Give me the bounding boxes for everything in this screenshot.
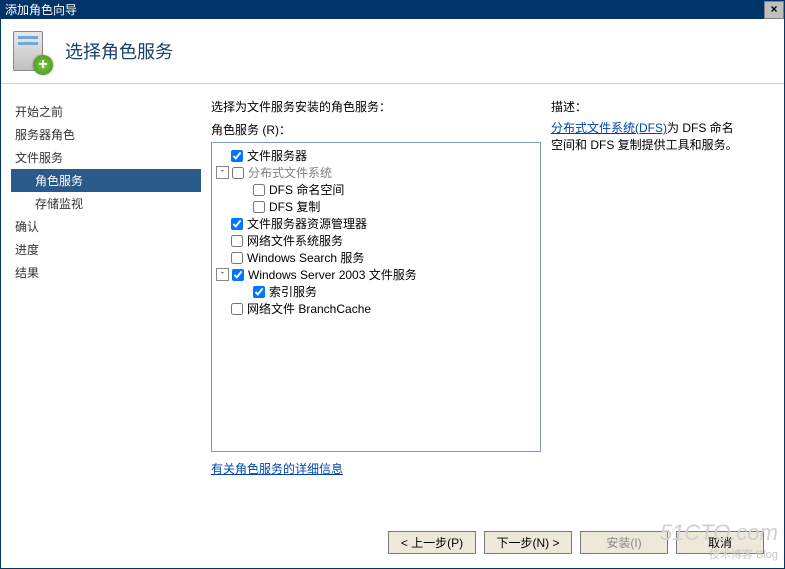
- main-panel: 选择为文件服务安装的角色服务： 角色服务 (R)： 文件服务器-分布式文件系统D…: [201, 84, 784, 514]
- tree-item-9[interactable]: 网络文件 BranchCache: [216, 300, 536, 317]
- tree-checkbox[interactable]: [253, 286, 265, 298]
- button-row: < 上一步(P) 下一步(N) > 安装(I) 取消: [388, 531, 764, 554]
- cancel-button[interactable]: 取消: [676, 531, 764, 554]
- sidebar-item-0[interactable]: 开始之前: [11, 100, 201, 123]
- sidebar-item-3[interactable]: 角色服务: [11, 169, 201, 192]
- tree-item-4[interactable]: 文件服务器资源管理器: [216, 215, 536, 232]
- next-button[interactable]: 下一步(N) >: [484, 531, 572, 554]
- titlebar: 添加角色向导 ×: [1, 1, 784, 19]
- description-panel: 描述： 分布式文件系统(DFS)为 DFS 命名 空间和 DFS 复制提供工具和…: [551, 98, 751, 153]
- tree-item-7[interactable]: - Windows Server 2003 文件服务: [216, 266, 536, 283]
- tree-item-label: Windows Search 服务: [247, 249, 364, 266]
- sidebar-item-5[interactable]: 确认: [11, 215, 201, 238]
- header: + 选择角色服务: [1, 19, 784, 84]
- sidebar-item-4[interactable]: 存储监视: [11, 192, 201, 215]
- sidebar-item-1[interactable]: 服务器角色: [11, 123, 201, 146]
- tree-item-1[interactable]: - 分布式文件系统: [216, 164, 536, 181]
- tree-expander-icon[interactable]: -: [216, 268, 229, 281]
- description-rest2: 空间和 DFS 复制提供工具和服务。: [551, 138, 738, 152]
- tree-item-3[interactable]: DFS 复制: [216, 198, 536, 215]
- wizard-icon: +: [11, 29, 51, 73]
- tree-item-5[interactable]: 网络文件系统服务: [216, 232, 536, 249]
- sidebar-item-7[interactable]: 结果: [11, 261, 201, 284]
- sidebar: 开始之前服务器角色文件服务角色服务存储监视确认进度结果: [1, 84, 201, 514]
- tree-checkbox[interactable]: [253, 201, 265, 213]
- tree-item-label: 网络文件系统服务: [247, 232, 343, 249]
- tree-checkbox[interactable]: [253, 184, 265, 196]
- tree-checkbox[interactable]: [232, 167, 244, 179]
- description-rest1: 为 DFS 命名: [667, 121, 734, 135]
- wizard-window: 添加角色向导 × + 选择角色服务 开始之前服务器角色文件服务角色服务存储监视确…: [0, 0, 785, 569]
- tree-item-0[interactable]: 文件服务器: [216, 147, 536, 164]
- tree-item-6[interactable]: Windows Search 服务: [216, 249, 536, 266]
- description-text: 分布式文件系统(DFS)为 DFS 命名 空间和 DFS 复制提供工具和服务。: [551, 119, 751, 153]
- role-services-tree[interactable]: 文件服务器 - 分布式文件系统DFS 命名空间DFS 复制文件服务器资源管理器网络文…: [211, 142, 541, 452]
- sidebar-item-6[interactable]: 进度: [11, 238, 201, 261]
- page-title: 选择角色服务: [65, 38, 173, 64]
- description-link[interactable]: 分布式文件系统(DFS): [551, 121, 667, 135]
- body: 开始之前服务器角色文件服务角色服务存储监视确认进度结果 选择为文件服务安装的角色…: [1, 84, 784, 514]
- tree-checkbox[interactable]: [231, 150, 243, 162]
- tree-checkbox[interactable]: [232, 269, 244, 281]
- window-title: 添加角色向导: [5, 1, 77, 19]
- install-button: 安装(I): [580, 531, 668, 554]
- details-link[interactable]: 有关角色服务的详细信息: [211, 460, 343, 477]
- prev-button[interactable]: < 上一步(P): [388, 531, 476, 554]
- tree-item-label: DFS 复制: [269, 198, 320, 215]
- tree-item-label: 分布式文件系统: [248, 164, 332, 181]
- tree-item-label: 索引服务: [269, 283, 317, 300]
- close-button[interactable]: ×: [764, 1, 784, 19]
- tree-item-label: 文件服务器资源管理器: [247, 215, 367, 232]
- tree-item-2[interactable]: DFS 命名空间: [216, 181, 536, 198]
- tree-checkbox[interactable]: [231, 235, 243, 247]
- tree-item-label: 网络文件 BranchCache: [247, 300, 371, 317]
- sidebar-item-2[interactable]: 文件服务: [11, 146, 201, 169]
- tree-item-label: DFS 命名空间: [269, 181, 344, 198]
- tree-item-label: 文件服务器: [247, 147, 307, 164]
- tree-checkbox[interactable]: [231, 252, 243, 264]
- tree-item-label: Windows Server 2003 文件服务: [248, 266, 417, 283]
- tree-item-8[interactable]: 索引服务: [216, 283, 536, 300]
- tree-expander-icon[interactable]: -: [216, 166, 229, 179]
- tree-checkbox[interactable]: [231, 303, 243, 315]
- tree-checkbox[interactable]: [231, 218, 243, 230]
- description-title: 描述：: [551, 98, 751, 115]
